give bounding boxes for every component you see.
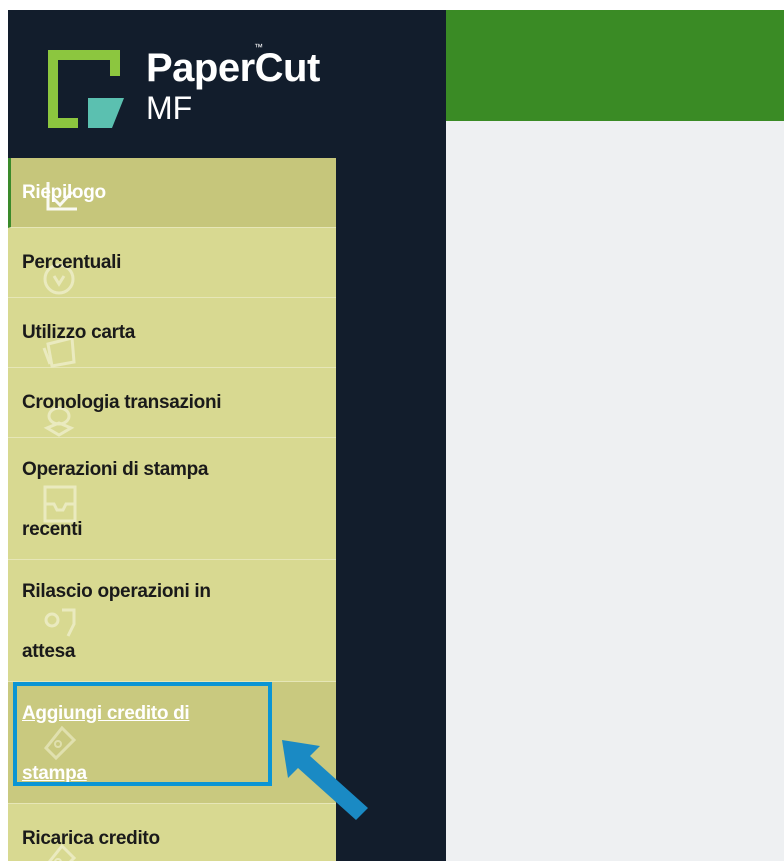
sidebar-item-rilascio-operazioni-in-attesa[interactable]: Rilascio operazioni in attesa (8, 560, 336, 682)
sidebar-item-label: Percentuali (22, 252, 122, 273)
logo-brand-name: PaperCut (146, 46, 320, 90)
app-window: PaperCut MF ™ Riepilogo Percentuali Util… (8, 10, 784, 861)
logo-trademark: ™ (254, 42, 263, 52)
main-content-area (446, 121, 784, 861)
sidebar-item-cronologia-transazioni[interactable]: Cronologia transazioni (8, 368, 336, 438)
label-line-2: attesa (22, 641, 76, 662)
label-line-1: Rilascio operazioni in (22, 581, 211, 602)
sidebar: PaperCut MF ™ Riepilogo Percentuali Util… (8, 10, 446, 861)
sidebar-item-operazioni-di-stampa-recenti[interactable]: Operazioni di stampa recenti (8, 438, 336, 560)
sidebar-item-riepilogo[interactable]: Riepilogo (8, 158, 336, 228)
label-line-1: Operazioni di stampa (22, 459, 209, 480)
logo-wordmark: PaperCut MF (146, 46, 320, 126)
sidebar-item-label: Rilascio operazioni in attesa (22, 562, 336, 682)
sidebar-item-label: Ricarica credito (22, 828, 160, 849)
label-line-2: recenti (22, 519, 83, 540)
sidebar-item-label: Cronologia transazioni (22, 392, 222, 413)
sidebar-item-percentuali[interactable]: Percentuali (8, 228, 336, 298)
papercut-logo[interactable]: PaperCut MF ™ (42, 36, 372, 136)
sidebar-item-label: Operazioni di stampa recenti (22, 440, 336, 560)
pointer-arrow-icon (282, 740, 368, 820)
sidebar-item-utilizzo-carta[interactable]: Utilizzo carta (8, 298, 336, 368)
logo-product-name: MF (146, 90, 193, 126)
sidebar-item-label: Utilizzo carta (22, 322, 135, 343)
top-header-bar (446, 10, 784, 121)
papercut-logo-mark-icon (48, 50, 124, 128)
sidebar-item-label: Riepilogo (22, 182, 106, 203)
